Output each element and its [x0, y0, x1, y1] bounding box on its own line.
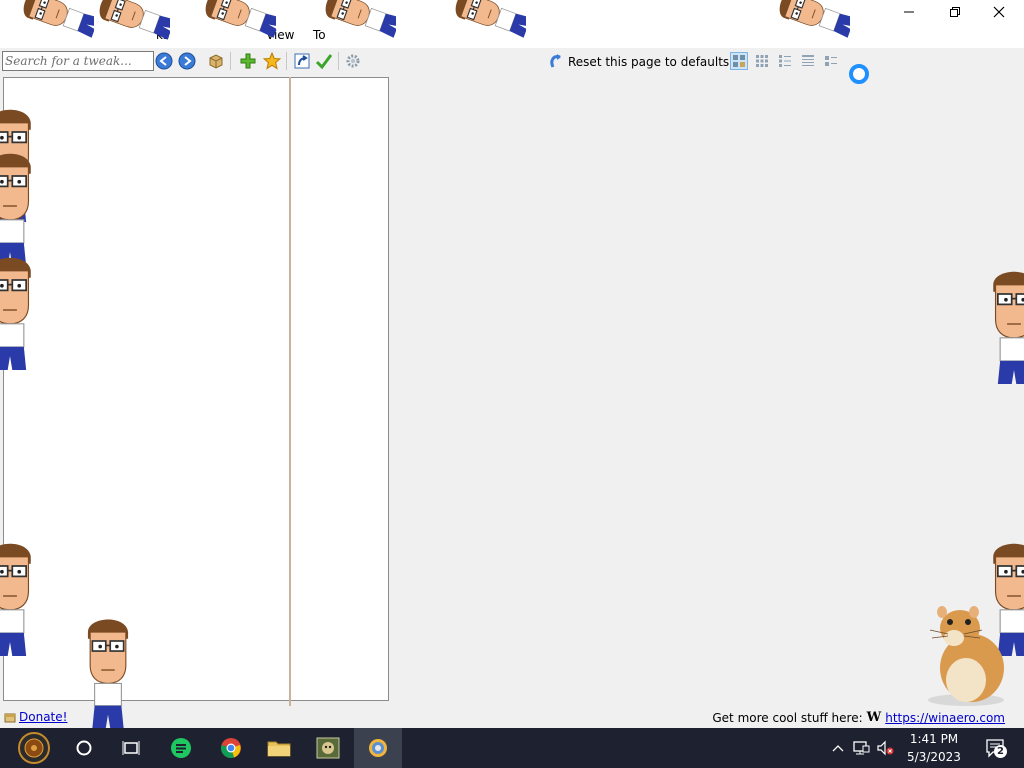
add-favorite-button[interactable]	[238, 51, 258, 71]
menu-bookmarks[interactable]: ks	[156, 28, 169, 42]
apply-button[interactable]	[314, 51, 334, 71]
get-more-label: Get more cool stuff here:	[712, 710, 863, 725]
taskbar-app-game[interactable]	[304, 728, 352, 768]
settings-button[interactable]	[343, 51, 363, 71]
show-hidden-icons-button[interactable]	[828, 738, 848, 758]
package-icon	[209, 54, 223, 69]
forward-button[interactable]	[177, 51, 197, 71]
winaero-logo-icon: W	[866, 710, 882, 725]
minimize-button[interactable]	[886, 0, 932, 24]
folder-icon	[267, 741, 291, 757]
chrome-icon	[221, 738, 241, 758]
taskbar-app-chrome[interactable]	[207, 728, 255, 768]
back-arrow-icon	[155, 52, 173, 70]
back-button[interactable]	[154, 51, 174, 71]
search-input[interactable]	[2, 51, 154, 71]
taskbar-app-winaero-tweaker[interactable]	[354, 728, 402, 768]
toolbar: Reset this page to defaults	[0, 48, 1024, 76]
winaero-link[interactable]: https://winaero.com	[885, 711, 1005, 725]
game-thumbnail-icon	[316, 737, 340, 759]
taskbar-app-explorer[interactable]	[255, 728, 303, 768]
donate-area: Donate!	[4, 710, 67, 724]
panel-splitter[interactable]	[289, 77, 291, 728]
restore-button[interactable]	[932, 0, 978, 24]
task-view-button[interactable]	[107, 728, 155, 768]
list-view-icon	[779, 55, 791, 67]
taskbar-app-spreadsheet[interactable]	[157, 728, 205, 768]
taskbar: 1:41 PM 5/3/2023 2	[0, 728, 1024, 768]
view-details-button[interactable]	[799, 52, 817, 70]
task-view-icon	[122, 741, 140, 755]
minimize-icon	[904, 11, 914, 13]
reset-page-button[interactable]: Reset this page to defaults	[548, 52, 729, 72]
hank-hill-sprite	[992, 270, 1024, 384]
menu-tools[interactable]: To	[313, 28, 326, 42]
view-list-button[interactable]	[776, 52, 794, 70]
favorites-button[interactable]	[262, 51, 282, 71]
action-center-button[interactable]: 2	[984, 738, 1008, 758]
close-icon	[993, 6, 1005, 18]
view-large-icons-button[interactable]	[730, 52, 748, 70]
restore-icon	[950, 7, 960, 17]
shortcut-button[interactable]	[292, 51, 312, 71]
hamster-sprite	[928, 606, 1004, 706]
clock-time: 1:41 PM	[909, 732, 959, 746]
gear-icon	[346, 54, 360, 68]
tweak-tree-panel[interactable]	[3, 77, 389, 701]
checkmark-icon	[315, 54, 333, 70]
menu-bar: ks View To	[0, 24, 1024, 48]
get-more-area: Get more cool stuff here: W https://wina…	[712, 710, 1005, 725]
toolbar-separator	[338, 52, 339, 70]
cortana-circle-icon	[76, 740, 92, 756]
loading-spinner-icon	[849, 64, 869, 84]
view-small-icons-button[interactable]	[753, 52, 771, 70]
toolbar-separator	[286, 52, 287, 70]
view-tiles-button[interactable]	[822, 52, 840, 70]
small-icons-view-icon	[756, 55, 768, 67]
volume-muted-icon	[877, 740, 894, 756]
large-icons-view-icon	[733, 55, 745, 67]
hank-hill-sprite	[992, 542, 1024, 656]
reset-page-label: Reset this page to defaults	[568, 55, 730, 69]
donate-icon	[4, 713, 16, 723]
plus-icon	[240, 53, 256, 69]
network-icon	[853, 741, 870, 755]
status-bar: Donate! Get more cool stuff here: W http…	[0, 706, 1024, 728]
close-button[interactable]	[976, 0, 1022, 24]
clock-date: 5/3/2023	[907, 750, 961, 764]
system-clock[interactable]: 1:41 PM 5/3/2023	[896, 730, 972, 766]
home-button[interactable]	[206, 51, 226, 71]
notification-count-badge: 2	[994, 745, 1007, 758]
volume-button[interactable]	[875, 738, 895, 758]
search-button[interactable]	[60, 728, 108, 768]
details-view-icon	[802, 55, 814, 66]
forward-arrow-icon	[178, 52, 196, 70]
start-orb-icon	[18, 732, 50, 764]
menu-view[interactable]: View	[266, 28, 294, 42]
tiles-view-icon	[825, 56, 837, 66]
network-button[interactable]	[851, 738, 871, 758]
shortcut-arrow-icon	[294, 53, 310, 69]
title-bar	[0, 0, 1024, 24]
reset-arrow-icon	[550, 54, 561, 68]
toolbar-separator	[230, 52, 231, 70]
green-app-icon	[171, 738, 191, 758]
start-button[interactable]	[10, 728, 58, 768]
chevron-up-icon	[832, 745, 844, 752]
donate-link[interactable]: Donate!	[19, 710, 67, 724]
star-icon	[263, 52, 281, 70]
winaero-tweaker-icon	[369, 739, 387, 757]
